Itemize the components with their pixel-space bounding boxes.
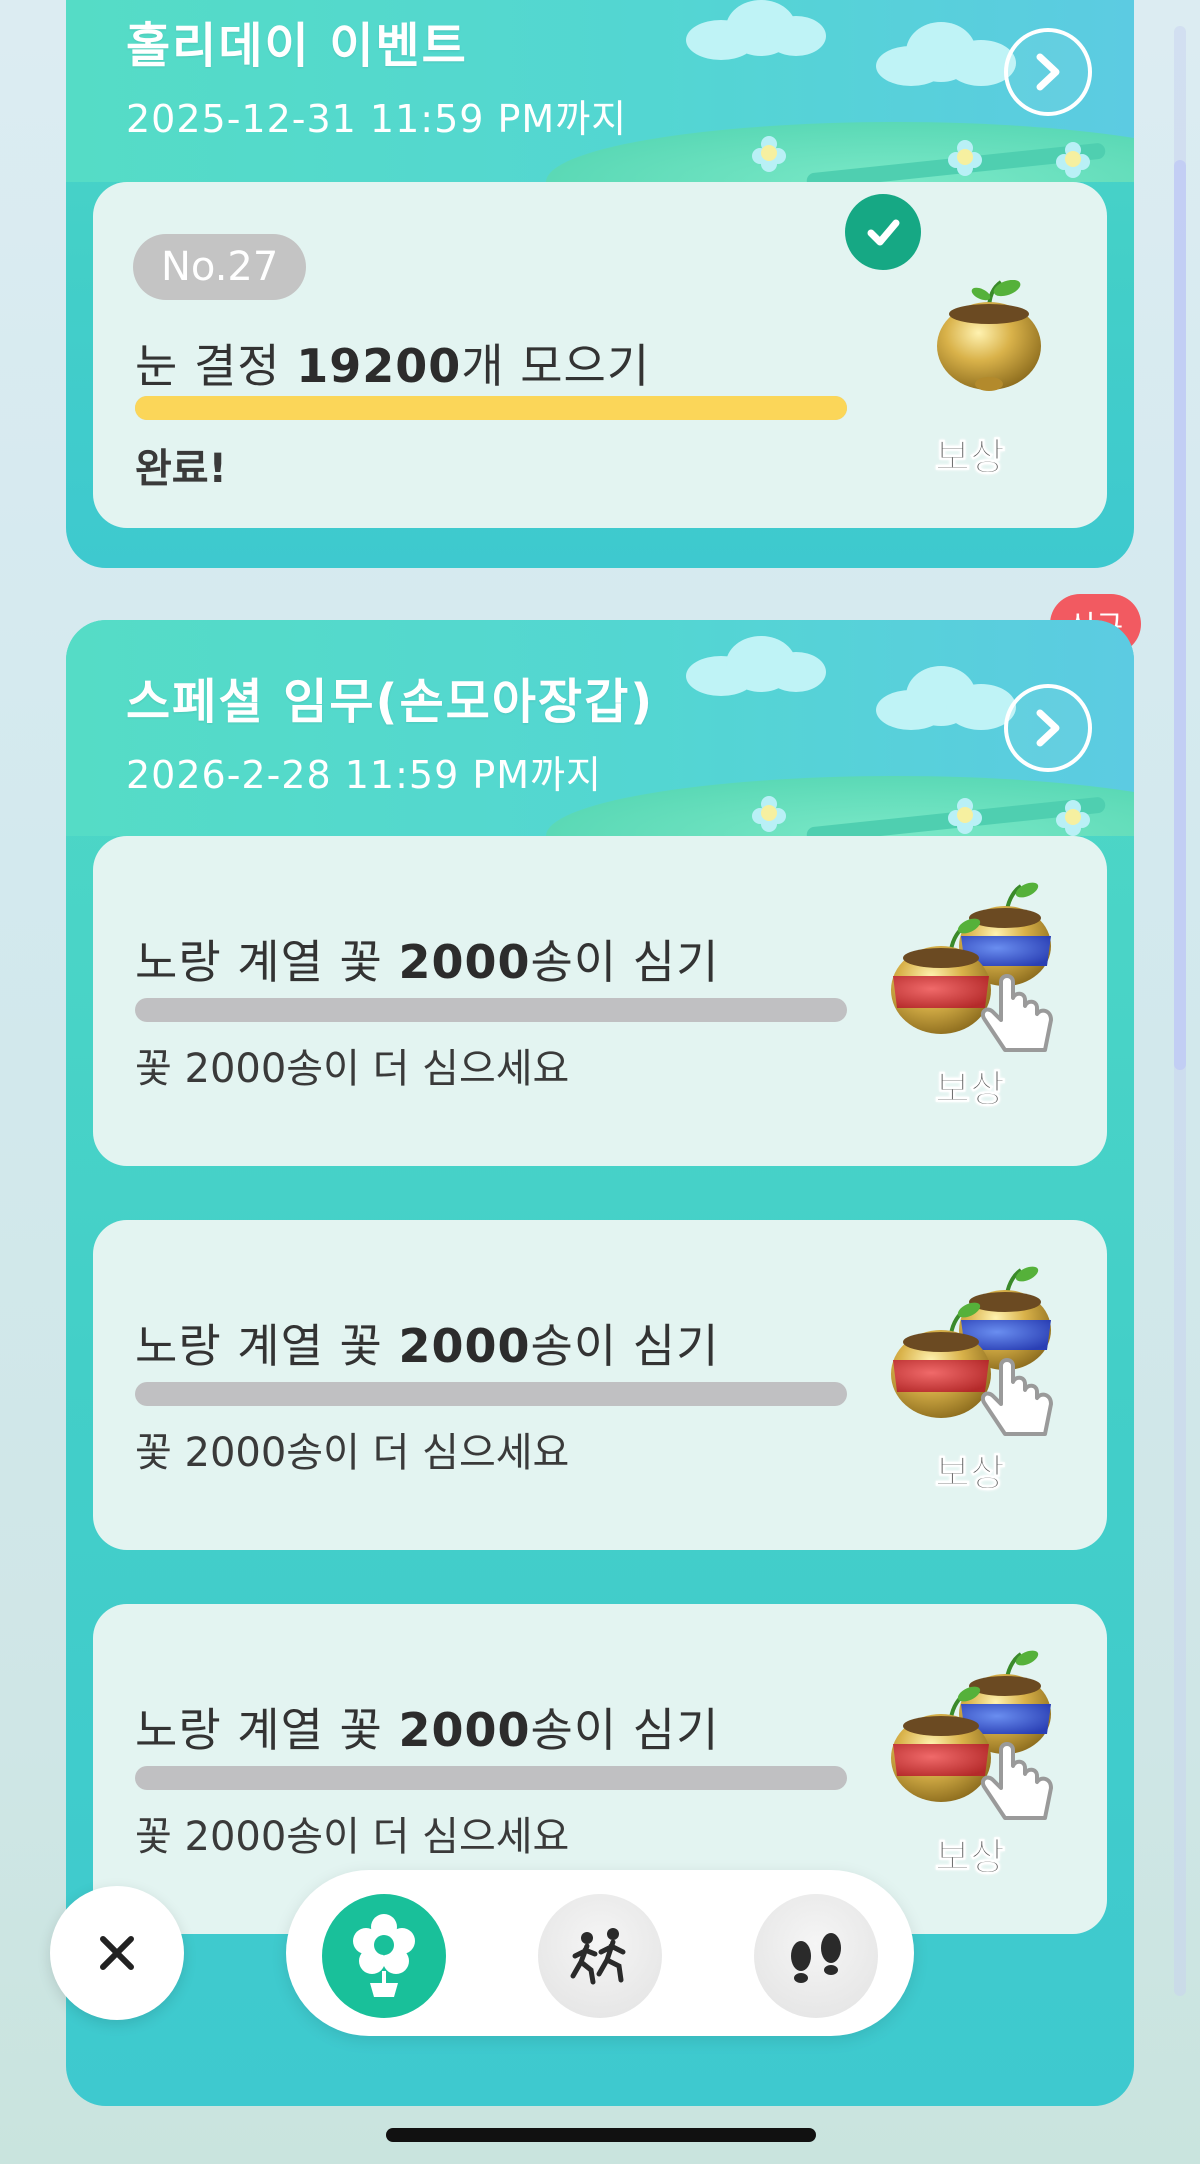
cloud-decoration — [686, 0, 826, 60]
tab-group-walk[interactable] — [538, 1894, 662, 2018]
check-icon — [845, 194, 921, 270]
tab-flower-missions[interactable] — [322, 1894, 446, 2018]
close-icon — [100, 1936, 134, 1970]
mission-progress-bar — [135, 1766, 847, 1790]
mission-title: 노랑 계열 꽃 2000송이 심기 — [135, 935, 720, 989]
cloud-decoration — [686, 636, 826, 696]
flower-decoration — [752, 796, 786, 832]
reward-label: 보상 — [935, 1067, 1006, 1112]
section-detail-button[interactable] — [1004, 28, 1092, 116]
gold-flowerpot-icon — [937, 280, 1041, 391]
chevron-right-icon — [1036, 53, 1060, 91]
mission-status: 꽃 2000송이 더 심으세요 — [135, 1814, 570, 1860]
hand-pointer-icon — [980, 1358, 1053, 1436]
mission-status: 완료! — [135, 446, 227, 492]
section-deadline: 2026-2-28 11:59 PM까지 — [126, 753, 602, 797]
mission-progress-bar — [135, 998, 847, 1022]
hand-pointer-icon — [980, 1742, 1053, 1820]
mission-status: 꽃 2000송이 더 심으세요 — [135, 1430, 570, 1476]
mitten-flowerpot-icon — [891, 882, 1053, 1052]
home-indicator[interactable] — [386, 2128, 816, 2142]
section-detail-button[interactable] — [1004, 684, 1092, 772]
flower-decoration — [948, 798, 982, 834]
mission-title: 눈 결정 19200개 모으기 — [135, 339, 651, 393]
scrollbar-thumb[interactable] — [1174, 160, 1186, 1070]
mission-title: 노랑 계열 꽃 2000송이 심기 — [135, 1703, 720, 1757]
bottom-tab-bar — [286, 1870, 914, 2036]
mitten-flowerpot-icon — [891, 1266, 1053, 1436]
footprints-icon — [791, 1933, 841, 1983]
mission-card[interactable]: 노랑 계열 꽃 2000송이 심기 꽃 2000송이 더 심으세요 보상 — [93, 836, 1107, 1166]
mission-title: 노랑 계열 꽃 2000송이 심기 — [135, 1319, 720, 1373]
cloud-decoration — [876, 16, 1016, 86]
mission-progress-bar — [135, 1382, 847, 1406]
section-title: 홀리데이 이벤트 — [126, 18, 468, 74]
running-people-icon — [570, 1928, 626, 1985]
flower-balloon-icon — [353, 1914, 415, 1997]
mission-number-badge: No.27 — [133, 234, 307, 300]
tab-footprints[interactable] — [754, 1894, 878, 2018]
reward-label: 보상 — [935, 1451, 1006, 1496]
progress-fill — [135, 396, 847, 420]
flower-decoration — [1056, 800, 1090, 836]
close-button[interactable] — [50, 1886, 184, 2020]
section-title: 스페셜 임무(손모아장갑) — [126, 674, 655, 730]
flower-decoration — [1056, 142, 1090, 178]
flower-decoration — [752, 136, 786, 172]
mission-card[interactable]: No.27 눈 결정 19200개 모으기 완료! 보상 — [93, 182, 1107, 528]
cloud-decoration — [876, 660, 1016, 730]
holiday-event-section: 홀리데이 이벤트 2025-12-31 11:59 PM까지 No.27 눈 결… — [66, 0, 1134, 568]
mitten-flowerpot-icon — [891, 1650, 1053, 1820]
flower-decoration — [948, 140, 982, 176]
mission-card[interactable]: 노랑 계열 꽃 2000송이 심기 꽃 2000송이 더 심으세요 보상 — [93, 1220, 1107, 1550]
chevron-right-icon — [1036, 709, 1060, 747]
mission-progress-bar — [135, 396, 847, 420]
hand-pointer-icon — [980, 974, 1053, 1052]
reward-label: 보상 — [935, 1835, 1006, 1880]
reward-label: 보상 — [935, 435, 1006, 480]
section-deadline: 2025-12-31 11:59 PM까지 — [126, 97, 628, 141]
mission-status: 꽃 2000송이 더 심으세요 — [135, 1046, 570, 1092]
